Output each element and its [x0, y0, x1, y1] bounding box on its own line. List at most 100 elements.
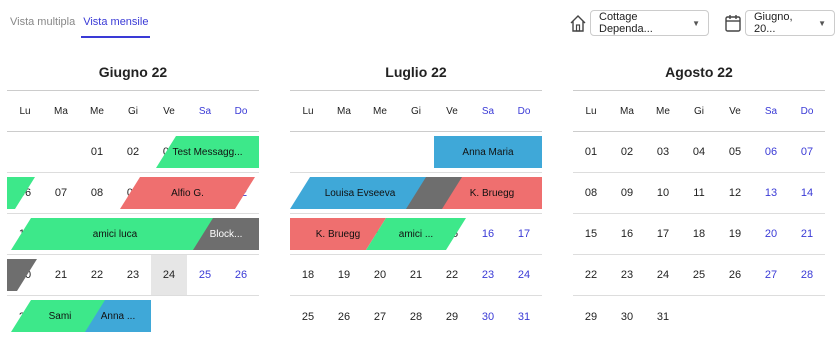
month-july: Luglio 22 Lu Ma Me Gi Ve Sa Do 010203040…	[290, 62, 542, 337]
weekday-header: Lu Ma Me Gi Ve Sa Do	[290, 90, 542, 132]
day-cell[interactable]: 10	[645, 173, 681, 213]
day-cell	[789, 296, 825, 337]
day-cell[interactable]: 06	[753, 132, 789, 172]
day-cell[interactable]: 26	[717, 255, 753, 295]
day-cell[interactable]: 29	[573, 296, 609, 337]
day-cell[interactable]: 16	[470, 214, 506, 254]
chevron-down-icon: ▼	[818, 18, 826, 28]
day-cell[interactable]: 21	[789, 214, 825, 254]
booking-label: Block...	[209, 228, 243, 240]
day-cell[interactable]: 07	[789, 132, 825, 172]
day-grid: 0102030405060708091011121314151617181920…	[573, 132, 825, 337]
day-cell[interactable]: 18	[290, 255, 326, 295]
day-cell	[43, 132, 79, 172]
day-cell[interactable]: 22	[79, 255, 115, 295]
month-august: Agosto 22 Lu Ma Me Gi Ve Sa Do 01 02 03 04 0…	[573, 62, 825, 337]
day-cell[interactable]: 02	[115, 132, 151, 172]
day-cell[interactable]: 22	[434, 255, 470, 295]
weekday-label: Lu	[19, 105, 31, 117]
day-cell[interactable]: 30	[609, 296, 645, 337]
booking-bar[interactable]: Louisa Evseeva	[290, 177, 430, 209]
week-row: 15 16 17 18 19 20 21	[573, 214, 825, 255]
tab-monthly-view[interactable]: Vista mensile	[81, 14, 151, 38]
week-row: 18 19 20 21 22 23 24	[290, 255, 542, 296]
day-cell[interactable]: 29	[434, 296, 470, 337]
booking-bar[interactable]: amici luca	[11, 218, 219, 250]
day-cell[interactable]: 23	[609, 255, 645, 295]
day-cell[interactable]: 26	[326, 296, 362, 337]
booking-bar[interactable]: Alfio G.	[120, 177, 255, 209]
day-cell[interactable]: 05	[717, 132, 753, 172]
day-cell[interactable]: 08	[79, 173, 115, 213]
booking-label: Test Messagg...	[172, 146, 243, 158]
day-cell[interactable]: 13	[753, 173, 789, 213]
booking-label: Sami	[48, 310, 72, 322]
booking-bar[interactable]: Anna Maria	[434, 136, 542, 168]
day-cell[interactable]: 25	[681, 255, 717, 295]
day-cell[interactable]: 28	[398, 296, 434, 337]
day-cell[interactable]: 08	[573, 173, 609, 213]
day-cell[interactable]: 17	[506, 214, 542, 254]
day-cell[interactable]: 20	[362, 255, 398, 295]
day-cell[interactable]: 26	[223, 255, 259, 295]
day-cell[interactable]: 02	[609, 132, 645, 172]
day-cell[interactable]: 19	[717, 214, 753, 254]
day-cell[interactable]: 27	[753, 255, 789, 295]
day-grid: 0102030405060708091011121314151617181920…	[290, 132, 542, 337]
weekday-label: Lu	[302, 105, 314, 117]
weekday-label: Ma	[337, 105, 351, 117]
booking-label: Louisa Evseeva	[324, 187, 396, 199]
day-cell[interactable]: 24	[506, 255, 542, 295]
weekday-label: Lu	[585, 105, 597, 117]
date-select[interactable]: Giugno, 20... ▼	[745, 10, 835, 36]
day-cell[interactable]: 25	[187, 255, 223, 295]
day-cell[interactable]: 27	[362, 296, 398, 337]
booking-label: K. Bruegg	[469, 187, 515, 199]
day-cell[interactable]: 30	[470, 296, 506, 337]
day-cell[interactable]: 11	[681, 173, 717, 213]
day-cell[interactable]: 15	[573, 214, 609, 254]
day-cell[interactable]: 01	[573, 132, 609, 172]
day-cell[interactable]: 09	[609, 173, 645, 213]
day-cell	[717, 296, 753, 337]
day-cell[interactable]: 21	[398, 255, 434, 295]
day-cell[interactable]: 24	[645, 255, 681, 295]
day-cell	[753, 296, 789, 337]
booking-label: amici luca	[92, 228, 138, 240]
day-cell[interactable]: 21	[43, 255, 79, 295]
property-select[interactable]: Cottage Dependa... ▼	[590, 10, 709, 36]
day-cell[interactable]: 28	[789, 255, 825, 295]
day-cell	[398, 132, 434, 172]
weekday-label: Gi	[411, 105, 421, 117]
weekday-label: Sa	[481, 105, 495, 117]
day-cell[interactable]: 23	[470, 255, 506, 295]
chevron-down-icon: ▼	[692, 18, 700, 28]
day-cell[interactable]: 24	[151, 255, 187, 295]
day-cell[interactable]: 31	[506, 296, 542, 337]
day-cell[interactable]: 19	[326, 255, 362, 295]
day-cell[interactable]: 03	[645, 132, 681, 172]
day-cell[interactable]: 04	[681, 132, 717, 172]
weekday-label: Do	[234, 105, 248, 117]
day-cell[interactable]: 23	[115, 255, 151, 295]
day-cell[interactable]: 25	[290, 296, 326, 337]
weekday-label: Ve	[446, 105, 458, 117]
property-select-value: Cottage Dependa...	[599, 11, 653, 35]
weekday-label: Gi	[694, 105, 704, 117]
day-cell	[681, 296, 717, 337]
day-cell[interactable]: 18	[681, 214, 717, 254]
day-cell[interactable]: 22	[573, 255, 609, 295]
day-cell[interactable]: 12	[717, 173, 753, 213]
day-cell[interactable]: 14	[789, 173, 825, 213]
tab-multi-view[interactable]: Vista multipla	[10, 14, 75, 38]
day-cell[interactable]: 01	[79, 132, 115, 172]
month-title: Giugno 22	[98, 64, 168, 80]
day-cell[interactable]: 31	[645, 296, 681, 337]
day-cell	[362, 132, 398, 172]
day-cell[interactable]: 07	[43, 173, 79, 213]
day-cell[interactable]: 16	[609, 214, 645, 254]
booking-label: K. Bruegg	[315, 228, 361, 240]
booking-label: Anna ...	[100, 310, 136, 322]
day-cell[interactable]: 20	[753, 214, 789, 254]
day-cell[interactable]: 17	[645, 214, 681, 254]
